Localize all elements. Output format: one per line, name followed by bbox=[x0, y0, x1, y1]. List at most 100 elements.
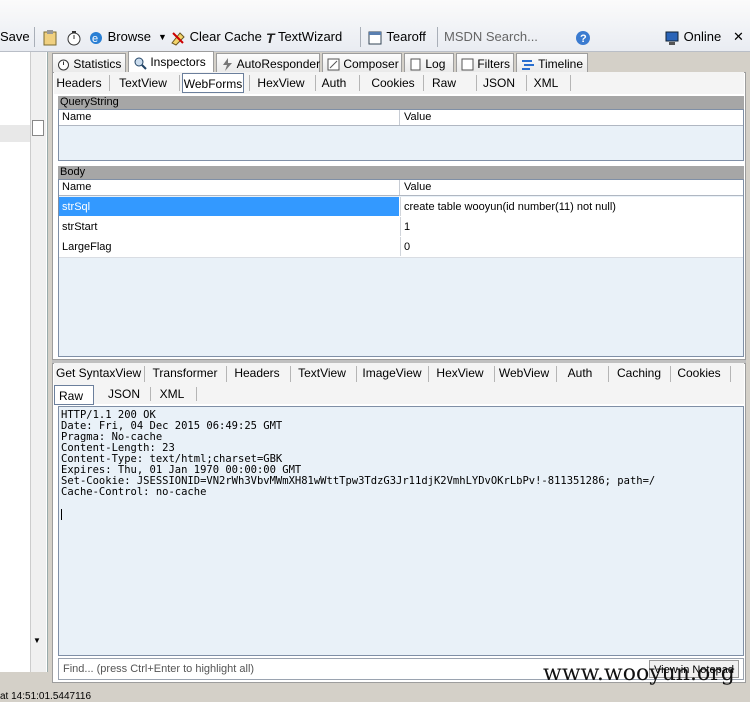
scroll-down-arrow[interactable]: ▼ bbox=[33, 636, 41, 645]
tab-composer[interactable]: Composer bbox=[322, 53, 402, 73]
req-tab-cookies-label: Cookies bbox=[371, 76, 415, 90]
body-row-value[interactable]: 0 bbox=[400, 237, 743, 256]
scrollbar-thumb[interactable] bbox=[32, 120, 44, 136]
resp-tab-textview[interactable]: TextView bbox=[294, 363, 350, 383]
session-list-scrollbar[interactable]: ▼ bbox=[30, 52, 46, 672]
toolbar-separator bbox=[437, 27, 438, 47]
tab-filters-label: Filters bbox=[477, 57, 511, 71]
toolbar-separator bbox=[360, 27, 361, 47]
req-tab-json[interactable]: JSON bbox=[480, 73, 518, 93]
req-tab-headers[interactable]: Headers bbox=[54, 73, 104, 93]
req-tab-cookies[interactable]: Cookies bbox=[366, 73, 420, 93]
req-tab-xml[interactable]: XML bbox=[530, 73, 562, 93]
tab-autoresponder-label: AutoResponder bbox=[236, 57, 321, 71]
response-tab-strip-row2: Raw JSON XML bbox=[54, 384, 744, 405]
body-row-name[interactable]: LargeFlag bbox=[59, 237, 399, 256]
resp-tab-raw[interactable]: Raw bbox=[54, 385, 94, 405]
tab-timeline-label: Timeline bbox=[538, 57, 584, 71]
session-list-pane[interactable]: ▼ bbox=[0, 52, 48, 692]
tab-separator bbox=[356, 366, 357, 382]
browse-dropdown-arrow[interactable]: ▼ bbox=[158, 27, 167, 47]
column-divider bbox=[399, 180, 400, 195]
req-tab-textview-label: TextView bbox=[119, 76, 167, 90]
toolbar: Save e Browse ▼ Clear Cache T TextWizard… bbox=[0, 0, 750, 52]
resp-tab-hexview[interactable]: HexView bbox=[432, 363, 488, 383]
req-tab-xml-label: XML bbox=[533, 76, 559, 90]
close-icon[interactable]: ✕ bbox=[733, 27, 744, 47]
tab-filters[interactable]: Filters bbox=[456, 53, 514, 73]
tab-statistics[interactable]: Statistics bbox=[52, 53, 126, 73]
resp-tab-imageview[interactable]: ImageView bbox=[360, 363, 424, 383]
clear-cache-icon bbox=[171, 31, 185, 46]
status-bar: at 14:51:01.5447116 bbox=[0, 692, 750, 702]
body-row[interactable]: strStart 1 bbox=[59, 217, 743, 238]
resp-tab-webview-label: WebView bbox=[498, 366, 550, 380]
save-button[interactable]: Save bbox=[0, 27, 30, 47]
resp-tab-webview[interactable]: WebView bbox=[498, 363, 550, 383]
tab-statistics-label: Statistics bbox=[73, 57, 122, 71]
querystring-col-value[interactable]: Value bbox=[404, 110, 431, 125]
resp-tab-xml[interactable]: XML bbox=[154, 384, 190, 404]
tearoff-label: Tearoff bbox=[386, 29, 426, 44]
msdn-search-input[interactable]: MSDN Search... bbox=[441, 27, 574, 47]
textwizard-button[interactable]: T TextWizard bbox=[266, 27, 342, 47]
magnifier-icon bbox=[134, 57, 147, 70]
tab-composer-label: Composer bbox=[343, 57, 399, 71]
resp-tab-transformer[interactable]: Transformer bbox=[150, 363, 220, 383]
tearoff-button[interactable]: Tearoff bbox=[367, 27, 426, 47]
req-tab-json-label: JSON bbox=[482, 76, 515, 90]
clear-cache-button[interactable]: Clear Cache bbox=[170, 27, 262, 47]
keep-icon[interactable] bbox=[42, 27, 58, 47]
body-row[interactable]: LargeFlag 0 bbox=[59, 237, 743, 258]
help-button[interactable]: ? bbox=[575, 27, 591, 47]
session-row-highlight[interactable] bbox=[0, 125, 30, 142]
resp-tab-json[interactable]: JSON bbox=[104, 384, 144, 404]
checkbox-icon bbox=[461, 58, 474, 71]
raw-response-textarea[interactable]: HTTP/1.1 200 OK Date: Fri, 04 Dec 2015 0… bbox=[58, 406, 744, 656]
online-indicator[interactable]: Online bbox=[664, 27, 721, 47]
tab-inspectors[interactable]: Inspectors bbox=[128, 51, 214, 73]
resp-tab-auth[interactable]: Auth bbox=[562, 363, 598, 383]
resp-tab-caching[interactable]: Caching bbox=[614, 363, 664, 383]
resp-tab-hexview-label: HexView bbox=[436, 366, 484, 380]
req-tab-auth-label: Auth bbox=[321, 76, 347, 90]
body-row-value[interactable]: 1 bbox=[400, 217, 743, 236]
tab-separator bbox=[196, 387, 197, 401]
online-label: Online bbox=[683, 29, 722, 44]
req-tab-webforms[interactable]: WebForms bbox=[182, 73, 244, 93]
timeline-icon bbox=[522, 60, 534, 71]
log-icon bbox=[410, 58, 421, 71]
req-tab-textview[interactable]: TextView bbox=[112, 73, 174, 93]
req-tab-headers-label: Headers bbox=[56, 76, 102, 90]
tab-log[interactable]: Log bbox=[404, 53, 454, 73]
response-scroll-area[interactable] bbox=[734, 406, 744, 656]
body-row[interactable]: strSql create table wooyun(id number(11)… bbox=[59, 197, 743, 218]
resp-tab-headers[interactable]: Headers bbox=[232, 363, 282, 383]
tab-separator bbox=[109, 75, 110, 91]
tab-separator bbox=[556, 366, 557, 382]
clipboard-icon bbox=[43, 29, 57, 46]
querystring-grid[interactable]: Name Value bbox=[58, 109, 744, 161]
browse-button[interactable]: e Browse bbox=[88, 27, 151, 47]
body-col-name[interactable]: Name bbox=[62, 180, 91, 195]
resp-tab-syntaxview[interactable]: Get SyntaxView bbox=[56, 363, 141, 383]
req-tab-hexview[interactable]: HexView bbox=[252, 73, 310, 93]
req-tab-raw[interactable]: Raw bbox=[426, 73, 462, 93]
browse-label: Browse bbox=[107, 29, 151, 44]
body-row-name[interactable]: strSql bbox=[59, 197, 399, 216]
body-row-value[interactable]: create table wooyun(id number(11) not nu… bbox=[400, 197, 743, 216]
querystring-col-name[interactable]: Name bbox=[62, 110, 91, 125]
svg-text:?: ? bbox=[580, 33, 587, 45]
body-grid[interactable]: Name Value strSql create table wooyun(id… bbox=[58, 179, 744, 357]
req-tab-auth[interactable]: Auth bbox=[318, 73, 350, 93]
resp-tab-cookies[interactable]: Cookies bbox=[674, 363, 724, 383]
body-col-value[interactable]: Value bbox=[404, 180, 431, 195]
tab-timeline[interactable]: Timeline bbox=[516, 53, 588, 73]
tab-separator bbox=[144, 366, 145, 382]
resp-tab-xml-label: XML bbox=[159, 387, 185, 401]
tab-separator bbox=[226, 366, 227, 382]
tab-autoresponder[interactable]: AutoResponder bbox=[216, 53, 320, 73]
resp-tab-raw-label: Raw bbox=[59, 389, 84, 403]
body-row-name[interactable]: strStart bbox=[59, 217, 399, 236]
timer-button[interactable] bbox=[66, 27, 82, 47]
